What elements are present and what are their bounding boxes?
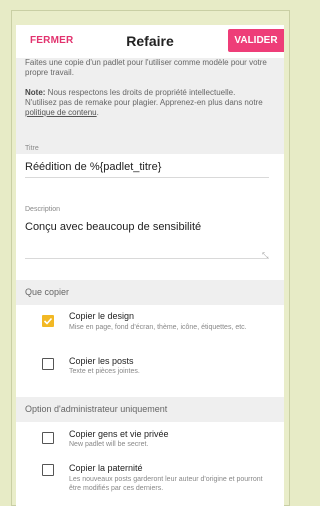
- note-text: Nous respectons les droits de propriété …: [45, 88, 236, 97]
- title-input[interactable]: Réédition de %{padlet_titre}: [25, 161, 161, 173]
- copy-people-privacy-checkbox[interactable]: [42, 432, 54, 444]
- remake-dialog: FERMER Refaire VALIDER Faites une copie …: [16, 25, 284, 506]
- dialog-header: FERMER Refaire VALIDER: [16, 25, 284, 58]
- submit-button[interactable]: VALIDER: [228, 29, 284, 52]
- description-field-label: Description: [25, 206, 61, 213]
- plagiarism-end: .: [96, 108, 99, 117]
- copy-posts-sub: Texte et pièces jointes.: [69, 368, 140, 375]
- title-field-label: Titre: [25, 145, 39, 152]
- info-box: Faites une copie d'un padlet pour l'util…: [16, 58, 284, 154]
- copy-posts-checkbox[interactable]: [42, 358, 54, 370]
- title-underline: [25, 177, 269, 178]
- copy-design-sub: Mise en page, fond d'écran, thème, icône…: [69, 324, 247, 331]
- copy-people-privacy-sub: New padlet will be secret.: [69, 441, 149, 448]
- checkmark-icon: [43, 317, 53, 325]
- copy-design-checkbox[interactable]: [42, 315, 54, 327]
- copy-authorship-sub: Les nouveaux posts garderont leur auteur…: [69, 476, 263, 492]
- description-underline: [25, 258, 269, 259]
- admin-section-heading: Option d'administrateur uniquement: [25, 404, 168, 414]
- note-label: Note:: [25, 88, 46, 97]
- admin-section-header: Option d'administrateur uniquement: [16, 397, 284, 422]
- info-intro: Faites une copie d'un padlet pour l'util…: [25, 58, 267, 77]
- resize-handle-icon[interactable]: ⤡: [262, 251, 268, 261]
- copy-posts-label: Copier les posts: [69, 356, 134, 366]
- copy-section-heading: Que copier: [25, 287, 70, 297]
- info-note: Note: Nous respectons les droits de prop…: [25, 88, 277, 98]
- copy-design-label: Copier le design: [69, 311, 135, 321]
- plagiarism-text: N'utilisez pas de remake pour plagier. A…: [25, 98, 263, 107]
- content-policy-link[interactable]: politique de contenu: [25, 108, 97, 117]
- description-textarea[interactable]: Conçu avec beaucoup de sensibilité: [25, 221, 201, 233]
- copy-authorship-checkbox[interactable]: [42, 464, 54, 476]
- copy-people-privacy-label: Copier gens et vie privée: [69, 429, 169, 439]
- copy-section-header: Que copier: [16, 280, 284, 305]
- info-plagiarism: N'utilisez pas de remake pour plagier. A…: [25, 98, 277, 118]
- copy-authorship-label: Copier la paternité: [69, 463, 143, 473]
